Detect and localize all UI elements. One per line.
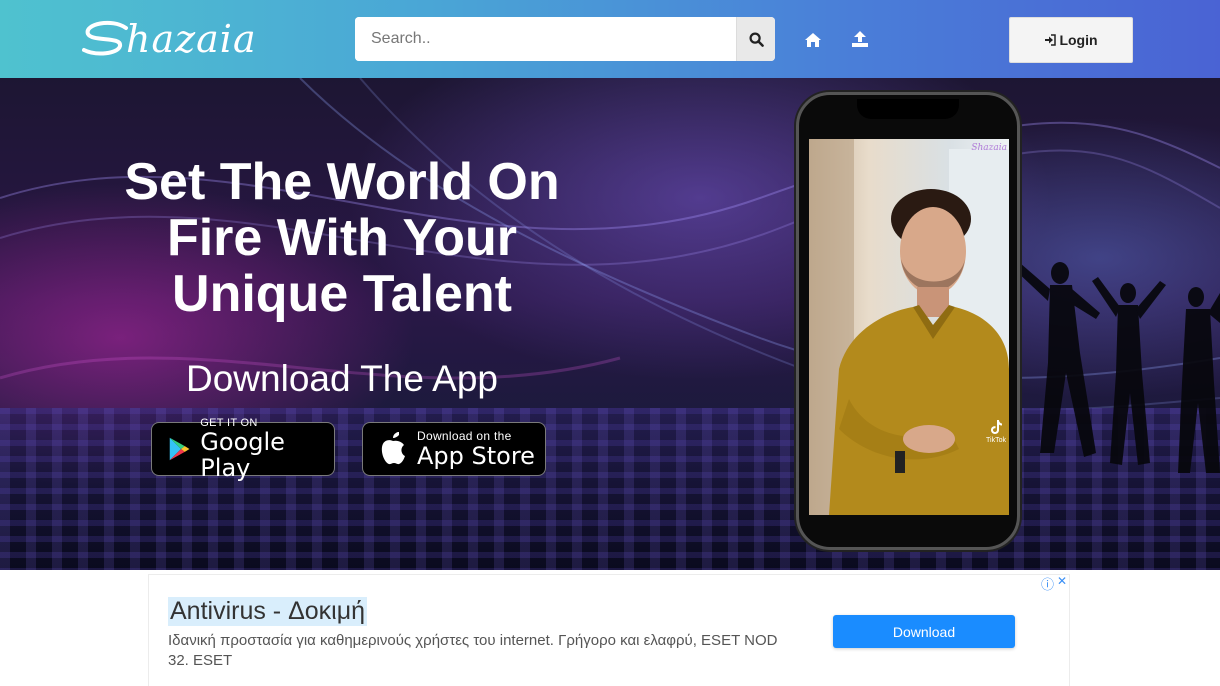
- phone-screen-watermark: Shazaia: [971, 143, 1007, 153]
- logo-s-icon: [82, 20, 128, 56]
- tiktok-icon: [991, 420, 1002, 434]
- app-store-small-text: Download on the: [417, 429, 512, 443]
- app-store-big-text: App Store: [417, 442, 535, 470]
- upload-button[interactable]: [850, 29, 870, 49]
- login-label: Login: [1059, 32, 1098, 48]
- search-bar: [355, 17, 775, 61]
- home-button[interactable]: [803, 30, 823, 50]
- ad-download-button[interactable]: Download: [833, 615, 1015, 648]
- site-header: hazaia Login: [0, 0, 1220, 78]
- search-button[interactable]: [736, 17, 775, 61]
- dancer-silhouettes: [1014, 262, 1220, 473]
- ad-close-icon[interactable]: ✕: [1057, 574, 1067, 588]
- apple-icon: [381, 432, 405, 465]
- hero-banner: Set The World On Fire With Your Unique T…: [0, 78, 1220, 570]
- google-play-badge[interactable]: GET IT ON Google Play: [151, 417, 335, 481]
- hero-title: Set The World On Fire With Your Unique T…: [124, 153, 560, 323]
- sign-in-icon: [1045, 34, 1057, 46]
- search-input[interactable]: [355, 17, 736, 61]
- ad-container: Antivirus - Δοκιμή Ιδανική προστασία για…: [0, 570, 1220, 686]
- ad-info-icon[interactable]: ⓘ: [1041, 574, 1054, 593]
- login-button[interactable]: Login: [1009, 17, 1133, 63]
- ad-description: Ιδανική προστασία για καθημερινούς χρήστ…: [168, 632, 778, 669]
- hero-subtitle: Download The App: [186, 358, 498, 399]
- logo-text: hazaia: [126, 17, 257, 61]
- phone-screen-video[interactable]: Shazaia TikTok: [809, 139, 1009, 515]
- tiktok-watermark: TikTok: [985, 419, 1007, 444]
- tiktok-label: TikTok: [986, 437, 1006, 444]
- ad-title[interactable]: Antivirus - Δοκιμή: [168, 597, 368, 626]
- home-icon: [805, 33, 821, 47]
- search-icon: [748, 31, 764, 47]
- google-play-big-text: Google Play: [200, 428, 285, 482]
- ad-frame: Antivirus - Δοκιμή Ιδανική προστασία για…: [148, 574, 1070, 686]
- site-logo[interactable]: hazaia: [82, 14, 316, 64]
- upload-icon: [852, 31, 868, 47]
- phone-mockup: Shazaia TikTok: [796, 92, 1020, 550]
- phone-notch: [857, 99, 959, 119]
- app-store-badge[interactable]: Download on the App Store: [362, 422, 546, 476]
- video-person-illustration: [809, 139, 1009, 515]
- google-play-icon: [169, 437, 190, 461]
